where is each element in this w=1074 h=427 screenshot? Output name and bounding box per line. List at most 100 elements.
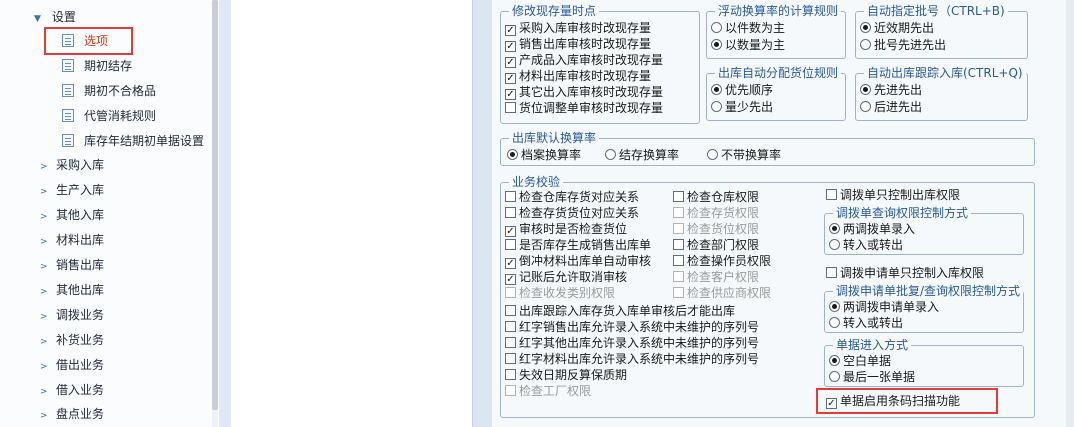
- chevron-right-icon: >: [40, 187, 48, 197]
- checkbox-icon: ✓: [505, 258, 516, 269]
- tree-group-other-in[interactable]: > 其他入库: [40, 204, 104, 226]
- radio-icon: [711, 39, 722, 50]
- tree-group-lend-out[interactable]: > 借出业务: [40, 354, 104, 376]
- transfer-control-group: 调拨单查询权限控制方式 两调拨单录入 转入或转出: [824, 206, 1024, 255]
- document-icon: [62, 109, 74, 122]
- checkbox-customer-permission[interactable]: 检查客户权限: [673, 269, 759, 285]
- radio-two-apply-entry[interactable]: 两调拨申请单录入: [829, 299, 939, 315]
- tree-item-consignment-rules[interactable]: 代管消耗规则: [62, 105, 156, 127]
- checkbox-inventory-location[interactable]: 检查存货货位对应关系: [505, 205, 639, 221]
- checkbox-red-other-serial[interactable]: 红字其他出库允许录入系统中未维护的序列号: [505, 335, 759, 351]
- tree-group-material-out[interactable]: > 材料出库: [40, 229, 104, 251]
- tree-item-year-end-settings[interactable]: 库存年结期初单据设置: [62, 130, 204, 152]
- checkbox-material-out-audit[interactable]: ✓ 材料出库审核时改现存量: [505, 68, 651, 84]
- radio-icon: [707, 149, 718, 160]
- radio-icon: [860, 22, 871, 33]
- checkbox-icon: [505, 385, 516, 396]
- checkbox-inventory-permission[interactable]: 检查存货权限: [673, 205, 759, 221]
- tree-item-label: 期初不合格品: [84, 84, 157, 98]
- radio-blank-document[interactable]: 空白单据: [829, 353, 891, 369]
- checkbox-icon: [505, 207, 516, 218]
- checkbox-warehouse-permission[interactable]: 检查仓库权限: [673, 189, 759, 205]
- checkbox-transfer-only-out[interactable]: 调拨单只控制出库权限: [826, 187, 960, 203]
- tree-group-borrow-in[interactable]: > 借入业务: [40, 379, 104, 401]
- splitter[interactable]: [219, 0, 231, 427]
- group-title: 自动指定批号（CTRL+B): [864, 4, 1008, 18]
- checkbox-icon: [505, 102, 516, 113]
- tree-group-other-out[interactable]: > 其他出库: [40, 279, 104, 301]
- panel-scrollbar[interactable]: [1066, 0, 1074, 427]
- checkbox-operator-permission[interactable]: 检查操作员权限: [673, 253, 771, 269]
- radio-icon: [829, 371, 840, 382]
- group-title: 调拨申请单批复/查询权限控制方式: [833, 284, 1024, 298]
- radio-no-rate[interactable]: 不带换算率: [707, 147, 781, 163]
- radio-by-pieces[interactable]: 以件数为主: [711, 20, 785, 36]
- radio-small-qty-first[interactable]: 量少先出: [711, 99, 773, 115]
- checkbox-other-io-audit[interactable]: ✓ 其它出入库审核时改现存量: [505, 84, 663, 100]
- radio-trace-lifo[interactable]: 后进先出: [860, 99, 922, 115]
- checkbox-location-adjust-audit[interactable]: 货位调整单审核时改现存量: [505, 100, 663, 116]
- checkbox-warehouse-inventory[interactable]: 检查仓库存货对应关系: [505, 189, 639, 205]
- radio-icon: [711, 101, 722, 112]
- checkbox-supplier-permission[interactable]: 检查供应商权限: [673, 285, 771, 301]
- tree-node-settings[interactable]: ▼ 设置: [34, 6, 76, 28]
- radio-transfer-in-or-out[interactable]: 转入或转出: [829, 237, 903, 253]
- checkbox-icon: [673, 287, 684, 298]
- checkbox-red-sales-serial[interactable]: 红字销售出库允许录入系统中未维护的序列号: [505, 319, 759, 335]
- radio-icon: [829, 239, 840, 250]
- checkbox-expiry-back-calc[interactable]: 失效日期反算保质期: [505, 367, 627, 383]
- checkbox-product-in-audit[interactable]: ✓ 产成品入库审核时改现存量: [505, 52, 663, 68]
- radio-apply-in-or-out[interactable]: 转入或转出: [829, 315, 903, 331]
- auto-location-group: 出库自动分配货位规则 优先顺序 量少先出: [706, 66, 846, 121]
- radio-batch-fifo[interactable]: 批号先进先出: [860, 37, 946, 53]
- checkbox-trace-audit-before-out[interactable]: 出库跟踪入库存货入库单审核后才能出库: [505, 303, 735, 319]
- tree-group-sales-out[interactable]: > 销售出库: [40, 254, 104, 276]
- checkbox-receive-type-permission[interactable]: 检查收发类别权限: [505, 285, 615, 301]
- checkbox-sales-out-audit[interactable]: ✓ 销售出库审核时改现存量: [505, 36, 651, 52]
- tree-group-stocktake[interactable]: > 盘点业务: [40, 403, 104, 425]
- default-rate-group: 出库默认换算率 档案换算率 结存换算率 不带换算率: [500, 131, 1035, 166]
- tree-group-purchase-in[interactable]: > 采购入库: [40, 154, 104, 176]
- tree-item-opening-defective[interactable]: 期初不合格品: [62, 80, 156, 102]
- radio-icon: [711, 22, 722, 33]
- checkbox-purchase-in-audit[interactable]: ✓ 采购入库审核时改现存量: [505, 20, 651, 36]
- checkbox-backflush-auto-audit[interactable]: ✓ 倒冲材料出库单自动审核: [505, 253, 651, 269]
- apply-control-group: 调拨申请单批复/查询权限控制方式 两调拨申请单录入 转入或转出: [824, 284, 1024, 333]
- checkbox-audit-check-location[interactable]: ✓ 审核时是否检查货位: [505, 221, 627, 237]
- tree-group-transfer[interactable]: > 调拨业务: [40, 304, 104, 326]
- checkbox-department-permission[interactable]: 检查部门权限: [673, 237, 759, 253]
- document-icon: [62, 59, 74, 72]
- radio-two-transfer-entry[interactable]: 两调拨单录入: [829, 221, 915, 237]
- checkbox-icon: [505, 353, 516, 364]
- radio-by-quantity[interactable]: 以数量为主: [711, 37, 785, 53]
- checkbox-location-permission[interactable]: 检查货位权限: [673, 221, 759, 237]
- group-title: 单据进入方式: [833, 338, 912, 352]
- radio-last-document[interactable]: 最后一张单据: [829, 369, 915, 385]
- chevron-right-icon: >: [40, 362, 48, 372]
- checkbox-icon: ✓: [505, 41, 516, 52]
- tree-group-replenish[interactable]: > 补货业务: [40, 329, 104, 351]
- radio-archive-rate[interactable]: 档案换算率: [507, 147, 581, 163]
- radio-priority-order[interactable]: 优先顺序: [711, 82, 773, 98]
- radio-trace-fifo[interactable]: 先进先出: [860, 82, 922, 98]
- chevron-right-icon: >: [40, 262, 48, 272]
- checkbox-cancel-audit-after-post[interactable]: ✓ 记账后允许取消审核: [505, 269, 627, 285]
- tree-item-opening-balance[interactable]: 期初结存: [62, 55, 132, 77]
- radio-icon: [829, 301, 840, 312]
- checkbox-red-material-serial[interactable]: 红字材料出库允许录入系统中未维护的序列号: [505, 351, 759, 367]
- group-title: 浮动换算率的计算规则: [715, 4, 842, 18]
- chevron-right-icon: >: [40, 387, 48, 397]
- radio-icon: [507, 149, 518, 160]
- tree-node-label: 设置: [51, 10, 76, 24]
- radio-balance-rate[interactable]: 结存换算率: [605, 147, 679, 163]
- tree-scrollbar-thumb[interactable]: [212, 0, 218, 410]
- checkbox-factory-permission[interactable]: 检查工厂权限: [505, 383, 591, 399]
- tree-group-production-in[interactable]: > 生产入库: [40, 179, 104, 201]
- group-title: 出库自动分配货位规则: [715, 66, 842, 80]
- checkbox-icon: [673, 271, 684, 282]
- radio-near-expiry-first[interactable]: 近效期先出: [860, 20, 934, 36]
- checkbox-apply-only-in[interactable]: 调拨申请单只控制入库权限: [826, 265, 984, 281]
- checkbox-generate-sales-out[interactable]: 是否库存生成销售出库单: [505, 237, 651, 253]
- radio-icon: [829, 223, 840, 234]
- checkbox-icon: [505, 321, 516, 332]
